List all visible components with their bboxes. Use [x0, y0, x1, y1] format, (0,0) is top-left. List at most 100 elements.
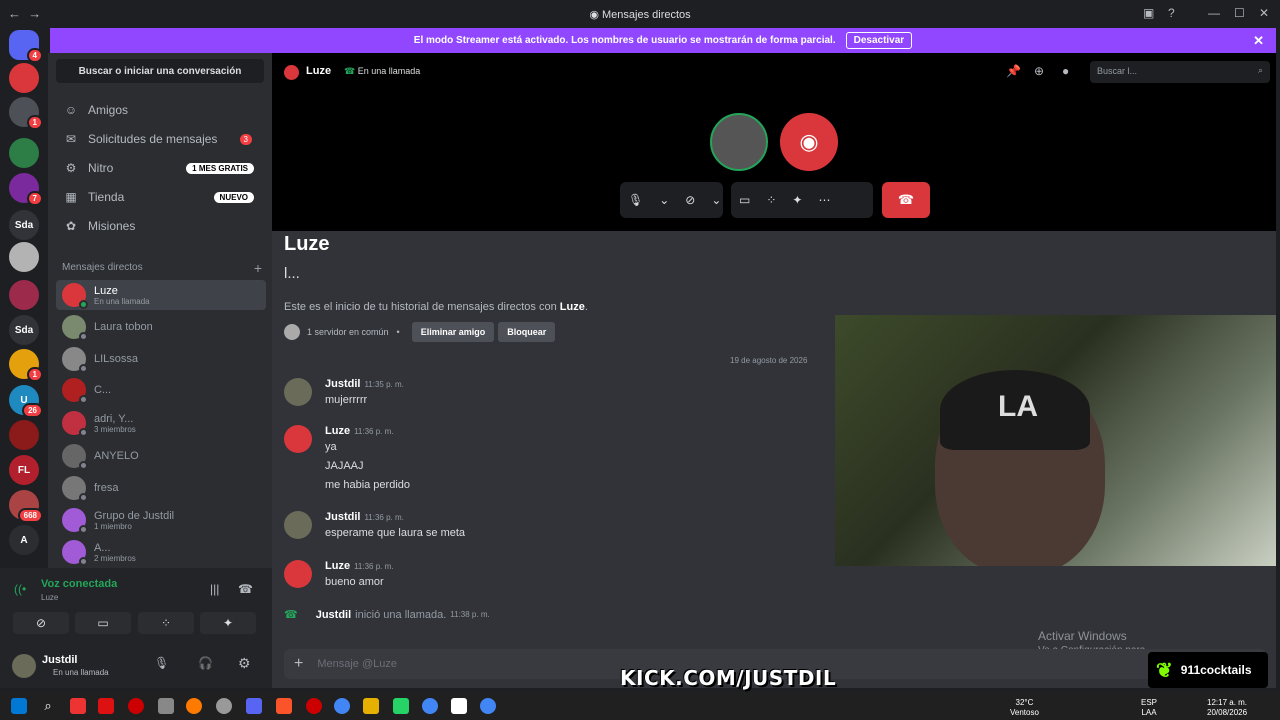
firefox-icon[interactable]	[186, 698, 202, 714]
nav-item-friends[interactable]: ☺ Amigos	[56, 97, 264, 123]
user-profile-icon[interactable]: ●	[1062, 64, 1069, 78]
server-icon[interactable]: A	[9, 525, 39, 555]
nav-item-quests[interactable]: ✿ Misiones	[56, 213, 264, 239]
dm-item[interactable]: Grupo de Justdil 1 miembro	[56, 505, 266, 535]
dm-item[interactable]: Laura tobon	[56, 312, 266, 342]
soundboard-icon[interactable]: ✦	[792, 193, 802, 207]
dm-item[interactable]: A... 2 miembros	[56, 537, 266, 567]
attach-icon[interactable]: +	[294, 655, 303, 673]
weather[interactable]: 32°C Ventoso	[1010, 698, 1039, 718]
message-input[interactable]: Mensaje @Luze	[317, 658, 397, 670]
app-icon[interactable]	[306, 698, 322, 714]
server-icon[interactable]: Sda	[9, 210, 39, 240]
clock[interactable]: 12:17 a. m. 20/08/2026	[1207, 698, 1247, 718]
remove-friend-button[interactable]: Eliminar amigo	[411, 322, 495, 342]
pin-icon[interactable]: 📌	[1006, 64, 1021, 78]
dm-item[interactable]: ANYELO	[56, 441, 266, 471]
app-icon[interactable]	[98, 698, 114, 714]
close-window-button[interactable]: ✕	[1259, 6, 1269, 20]
voice-channel[interactable]: Luze	[41, 593, 58, 602]
chevron-down-icon[interactable]: ⌄	[711, 193, 721, 207]
opera-icon[interactable]	[128, 698, 144, 714]
activities-button[interactable]: ⁘	[138, 612, 194, 634]
avatar[interactable]	[284, 560, 312, 588]
whatsapp-icon[interactable]	[393, 698, 409, 714]
microphone-icon[interactable]: 🎙	[154, 656, 169, 670]
participant-avatar-justdil[interactable]	[710, 113, 768, 171]
minimize-button[interactable]: —	[1208, 6, 1220, 20]
avatar[interactable]	[284, 378, 312, 406]
message-author[interactable]: Justdil 11:36 p. m.	[325, 511, 404, 523]
nav-item-shop[interactable]: ▦ Tienda NUEVO	[56, 184, 264, 210]
message-author[interactable]: Justdil 11:35 p. m.	[325, 378, 404, 390]
deactivate-button[interactable]: Desactivar	[845, 32, 913, 49]
camera-off-icon[interactable]: ⊘	[685, 193, 695, 207]
camera-button[interactable]: ⊘	[13, 612, 69, 634]
dm-item[interactable]: C...	[56, 375, 266, 405]
server-icon[interactable]	[9, 138, 39, 168]
close-icon[interactable]: ✕	[1253, 33, 1264, 49]
soundboard-button[interactable]: ✦	[200, 612, 256, 634]
server-icon[interactable]: 668	[9, 490, 43, 523]
server-icon[interactable]: 1	[9, 97, 43, 130]
microphone-icon[interactable]: 🎙	[628, 193, 643, 207]
message-content: JAJAAJ	[325, 460, 364, 472]
avatar[interactable]	[284, 511, 312, 539]
capcut-icon[interactable]	[451, 698, 467, 714]
file-explorer-icon[interactable]	[363, 698, 379, 714]
create-dm-icon[interactable]: +	[254, 260, 262, 276]
activities-icon: ⁘	[160, 616, 172, 630]
add-friend-icon[interactable]: ⊕	[1034, 64, 1044, 78]
server-icon[interactable]: 7	[9, 173, 43, 206]
server-icon[interactable]	[9, 63, 39, 93]
language-indicator[interactable]: ESP LAA	[1141, 698, 1157, 718]
block-button[interactable]: Bloquear	[498, 322, 556, 342]
server-icon[interactable]: Sda	[9, 315, 39, 345]
screen-share-button[interactable]: ▭	[75, 612, 131, 634]
server-icon[interactable]: FL	[9, 455, 39, 485]
status-indicator	[79, 364, 88, 373]
help-icon[interactable]: ?	[1168, 6, 1175, 20]
mutual-servers[interactable]: 1 servidor en común	[307, 327, 389, 337]
app-icon[interactable]	[216, 698, 232, 714]
brave-icon[interactable]	[276, 698, 292, 714]
message-author[interactable]: Luze 11:36 p. m.	[325, 560, 394, 572]
avatar[interactable]	[284, 425, 312, 453]
noise-suppression-icon[interactable]: |||	[210, 582, 219, 596]
server-icon[interactable]: 1	[9, 349, 43, 382]
app-icon[interactable]	[70, 698, 86, 714]
maximize-button[interactable]: ☐	[1234, 6, 1245, 20]
server-icon[interactable]: U 26	[9, 385, 43, 418]
server-icon[interactable]: 4	[9, 30, 43, 63]
participant-avatar-luze[interactable]: ◉	[780, 113, 838, 171]
chevron-down-icon[interactable]: ⌄	[659, 193, 669, 207]
chrome-icon[interactable]	[422, 698, 438, 714]
server-icon[interactable]	[9, 280, 39, 310]
headset-icon[interactable]: 🎧	[198, 656, 213, 670]
dm-item[interactable]: Luze En una llamada	[56, 280, 266, 310]
dm-item[interactable]: LILsossa	[56, 344, 266, 374]
chrome-icon[interactable]	[334, 698, 350, 714]
discord-icon[interactable]	[246, 698, 262, 714]
inbox-icon[interactable]: ▣	[1143, 6, 1154, 20]
nav-item-message-requests[interactable]: ✉ Solicitudes de mensajes 3	[56, 126, 264, 152]
more-icon[interactable]: ⋯	[818, 193, 830, 207]
windows-start-icon[interactable]	[11, 698, 27, 714]
server-icon[interactable]	[9, 420, 39, 450]
activities-icon[interactable]: ⁘	[766, 193, 776, 207]
chrome-icon[interactable]	[480, 698, 496, 714]
screen-share-icon[interactable]: ▭	[739, 193, 750, 207]
store-icon[interactable]	[158, 698, 174, 714]
search-input[interactable]: Buscar l... ⌕	[1090, 61, 1270, 83]
dm-item[interactable]: adri, Y... 3 miembros	[56, 408, 266, 438]
message-author[interactable]: Luze 11:36 p. m.	[325, 425, 394, 437]
disconnect-icon[interactable]: ☎	[238, 582, 253, 596]
hang-up-button[interactable]: ☎	[882, 182, 930, 218]
find-conversation-button[interactable]: Buscar o iniciar una conversación	[56, 59, 264, 83]
notification-badge: 7	[26, 191, 43, 206]
server-icon[interactable]	[9, 242, 39, 272]
settings-gear-icon[interactable]: ⚙	[238, 655, 251, 672]
search-icon[interactable]: ⌕	[40, 698, 56, 714]
nav-item-nitro[interactable]: ⚙ Nitro 1 MES GRATIS	[56, 155, 264, 181]
dm-item[interactable]: fresa	[56, 473, 266, 503]
